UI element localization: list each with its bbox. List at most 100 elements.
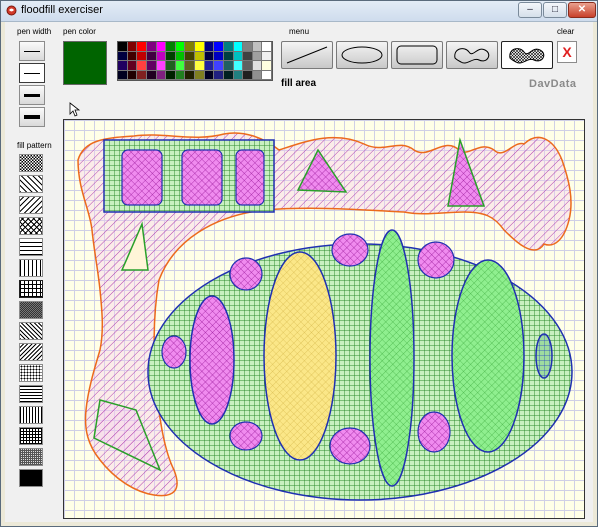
- fill-pattern-fine-grid-button[interactable]: [19, 448, 43, 466]
- fill-pattern-diag-up-button[interactable]: [19, 196, 43, 214]
- ellipse-tool-button[interactable]: [336, 41, 388, 69]
- palette-color-swatch[interactable]: [118, 42, 128, 52]
- palette-color-swatch[interactable]: [223, 61, 234, 71]
- circle-6: [329, 427, 371, 465]
- palette-color-swatch[interactable]: [156, 42, 167, 52]
- palette-color-swatch[interactable]: [185, 70, 195, 80]
- palette-color-swatch[interactable]: [233, 42, 244, 52]
- palette-color-swatch[interactable]: [137, 70, 147, 80]
- minimize-button[interactable]: –: [518, 2, 542, 18]
- palette-color-swatch[interactable]: [243, 70, 253, 80]
- palette-color-swatch[interactable]: [214, 70, 224, 80]
- palette-color-swatch[interactable]: [146, 51, 157, 61]
- title-bar[interactable]: floodfill exerciser – □ ✕: [1, 1, 597, 22]
- pen-width-2-button[interactable]: [19, 63, 45, 83]
- palette-color-swatch[interactable]: [252, 70, 263, 80]
- palette-color-swatch[interactable]: [166, 70, 176, 80]
- palette-color-swatch[interactable]: [252, 51, 263, 61]
- palette-color-swatch[interactable]: [127, 61, 138, 71]
- fill-pattern-dense-dark-button[interactable]: [19, 301, 43, 319]
- palette-color-swatch[interactable]: [252, 42, 263, 52]
- palette-color-swatch[interactable]: [127, 42, 138, 52]
- fill-pattern-horizontal-button[interactable]: [19, 238, 43, 256]
- fill-pattern-horizontal-2-button[interactable]: [19, 385, 43, 403]
- fill-pattern-vertical-2-button[interactable]: [19, 406, 43, 424]
- clear-button[interactable]: X: [557, 41, 577, 63]
- palette-color-swatch[interactable]: [252, 61, 263, 71]
- fill-pattern-dots-button[interactable]: [19, 364, 43, 382]
- palette-color-swatch[interactable]: [146, 42, 157, 52]
- close-window-button[interactable]: ✕: [568, 2, 596, 18]
- palette-color-swatch[interactable]: [195, 51, 205, 61]
- palette-color-swatch[interactable]: [204, 70, 215, 80]
- fill-area-tool-icon: [509, 48, 545, 64]
- palette-color-swatch[interactable]: [262, 42, 272, 52]
- palette-color-swatch[interactable]: [175, 42, 186, 52]
- palette-color-swatch[interactable]: [223, 70, 234, 80]
- palette-color-swatch[interactable]: [127, 51, 138, 61]
- palette-color-swatch[interactable]: [156, 70, 167, 80]
- fill-pattern-grid-2-button[interactable]: [19, 427, 43, 445]
- palette-color-swatch[interactable]: [118, 61, 128, 71]
- palette-color-swatch[interactable]: [127, 70, 138, 80]
- palette-color-swatch[interactable]: [195, 61, 205, 71]
- app-icon: [6, 5, 17, 16]
- fill-pattern-solid-button[interactable]: [19, 469, 43, 487]
- freehand-tool-button[interactable]: [446, 41, 498, 69]
- palette-color-swatch[interactable]: [185, 61, 195, 71]
- palette-color-swatch[interactable]: [137, 42, 147, 52]
- fill-pattern-grid-button[interactable]: [19, 280, 43, 298]
- palette-color-swatch[interactable]: [175, 70, 186, 80]
- palette-color-swatch[interactable]: [204, 42, 215, 52]
- palette-color-swatch[interactable]: [195, 70, 205, 80]
- fill-pattern-dense-checker-button[interactable]: [19, 154, 43, 172]
- palette-color-swatch[interactable]: [137, 51, 147, 61]
- palette-color-swatch[interactable]: [214, 61, 224, 71]
- palette-color-swatch[interactable]: [156, 51, 167, 61]
- palette-color-swatch[interactable]: [262, 51, 272, 61]
- palette-color-swatch[interactable]: [223, 42, 234, 52]
- palette-color-swatch[interactable]: [233, 61, 244, 71]
- ellipse-pink-tall: [189, 295, 235, 425]
- fill-area-tool-button[interactable]: [501, 41, 553, 69]
- pen-width-1-button[interactable]: [19, 41, 45, 61]
- palette-color-swatch[interactable]: [195, 42, 205, 52]
- palette-color-swatch[interactable]: [204, 61, 215, 71]
- drawing-canvas[interactable]: [63, 119, 585, 519]
- maximize-button[interactable]: □: [543, 2, 567, 18]
- palette-color-swatch[interactable]: [118, 70, 128, 80]
- palette-color-swatch[interactable]: [146, 70, 157, 80]
- palette-color-swatch[interactable]: [185, 42, 195, 52]
- palette-color-swatch[interactable]: [175, 51, 186, 61]
- fill-pattern-cross-diag-button[interactable]: [19, 217, 43, 235]
- palette-color-swatch[interactable]: [166, 51, 176, 61]
- pen-color-swatch[interactable]: [63, 41, 107, 85]
- line-tool-button[interactable]: [281, 41, 333, 69]
- palette-color-swatch[interactable]: [223, 51, 234, 61]
- palette-color-swatch[interactable]: [262, 70, 272, 80]
- fill-pattern-diag-up-2-button[interactable]: [19, 343, 43, 361]
- palette-color-swatch[interactable]: [233, 51, 244, 61]
- palette-color-swatch[interactable]: [214, 51, 224, 61]
- rounded-rect-tool-button[interactable]: [391, 41, 443, 69]
- pen-width-4-button[interactable]: [19, 107, 45, 127]
- palette-color-swatch[interactable]: [137, 61, 147, 71]
- palette-color-swatch[interactable]: [233, 70, 244, 80]
- palette-color-swatch[interactable]: [214, 42, 224, 52]
- palette-color-swatch[interactable]: [243, 42, 253, 52]
- palette-color-swatch[interactable]: [204, 51, 215, 61]
- pen-width-3-button[interactable]: [19, 85, 45, 105]
- palette-color-swatch[interactable]: [118, 51, 128, 61]
- fill-pattern-diag-down-button[interactable]: [19, 175, 43, 193]
- palette-color-swatch[interactable]: [156, 61, 167, 71]
- palette-color-swatch[interactable]: [262, 61, 272, 71]
- palette-color-swatch[interactable]: [243, 61, 253, 71]
- palette-color-swatch[interactable]: [146, 61, 157, 71]
- palette-color-swatch[interactable]: [175, 61, 186, 71]
- fill-pattern-diag-down-2-button[interactable]: [19, 322, 43, 340]
- fill-pattern-vertical-button[interactable]: [19, 259, 43, 277]
- palette-color-swatch[interactable]: [166, 42, 176, 52]
- palette-color-swatch[interactable]: [185, 51, 195, 61]
- palette-color-swatch[interactable]: [166, 61, 176, 71]
- palette-color-swatch[interactable]: [243, 51, 253, 61]
